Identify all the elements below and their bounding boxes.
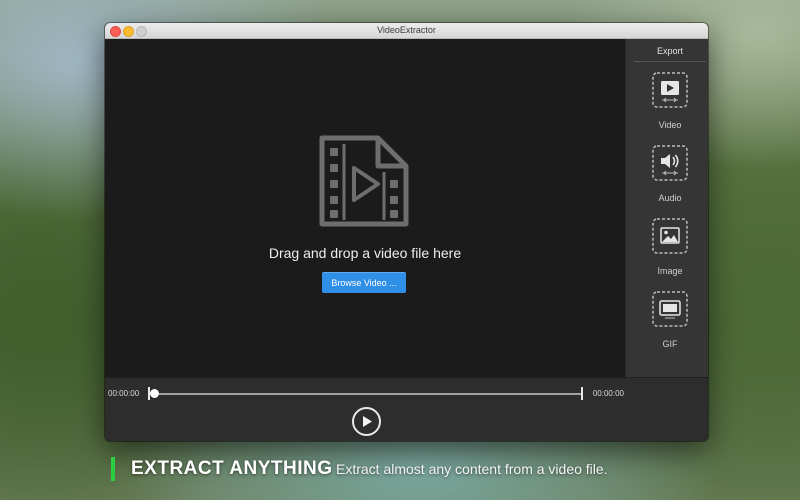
play-button[interactable] <box>352 407 381 436</box>
playback-bar: 00:00:00 00:00:00 <box>105 377 708 441</box>
export-video-button[interactable]: Video <box>634 72 706 140</box>
trim-end-handle[interactable] <box>581 387 584 400</box>
export-audio-button[interactable]: Audio <box>634 145 706 213</box>
video-file-icon <box>319 135 409 227</box>
tagline-accent-bar <box>111 457 115 481</box>
video-drop-zone[interactable]: Drag and drop a video file here Browse V… <box>105 39 625 400</box>
start-time: 00:00:00 <box>108 389 140 398</box>
drop-prompt: Drag and drop a video file here <box>268 245 462 261</box>
browse-video-button[interactable]: Browse Video ... <box>322 272 406 293</box>
export-title: Export <box>656 46 683 56</box>
play-icon <box>362 416 372 427</box>
tagline-title: EXTRACT ANYTHING <box>131 458 333 479</box>
title-bar: VideoExtractor <box>105 23 708 39</box>
gif-export-icon <box>652 291 688 327</box>
export-sidebar: Export Video Audio Image GIF <box>625 39 708 400</box>
end-time: 00:00:00 <box>592 389 624 398</box>
export-gif-button[interactable]: GIF <box>634 291 706 359</box>
playhead-handle[interactable] <box>150 389 159 398</box>
window-title: VideoExtractor <box>377 25 436 35</box>
tagline-subtitle: Extract almost any content from a video … <box>336 461 608 477</box>
export-audio-label: Audio <box>658 193 682 203</box>
export-image-button[interactable]: Image <box>634 218 706 286</box>
export-divider <box>634 61 706 62</box>
image-export-icon <box>652 218 688 254</box>
timeline-track[interactable] <box>152 393 581 395</box>
export-image-label: Image <box>657 266 683 276</box>
export-video-label: Video <box>658 120 682 130</box>
export-gif-label: GIF <box>662 339 678 349</box>
app-window: VideoExtractor Drag and drop a video fil… <box>105 23 708 441</box>
video-export-icon <box>652 72 688 108</box>
audio-export-icon <box>652 145 688 181</box>
